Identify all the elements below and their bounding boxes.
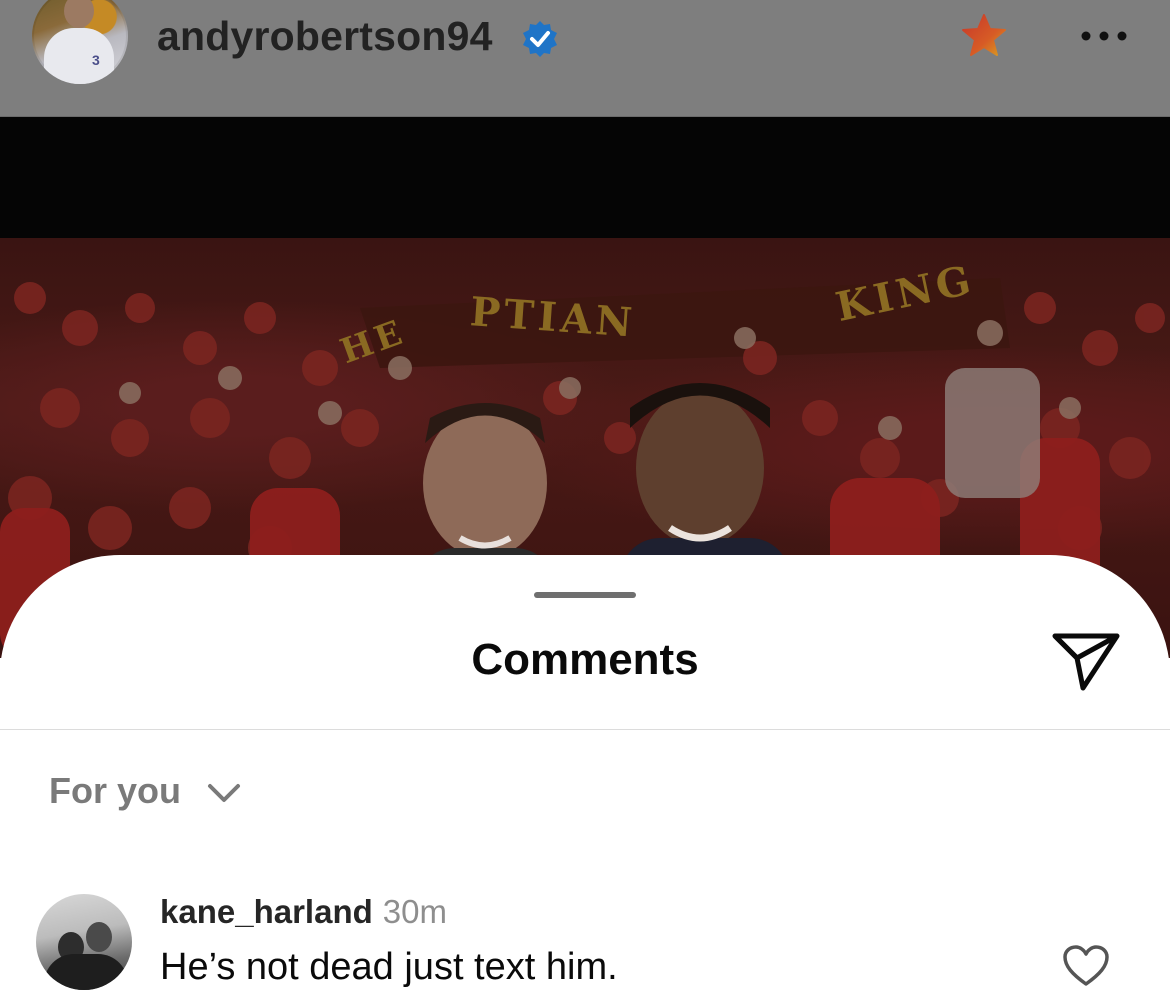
author-avatar[interactable]: 3 [32,0,128,84]
comment-item: kane_harland 30m He’s not dead just text … [0,892,1170,1005]
media-letterbox-band [0,117,1170,238]
verified-badge-icon [523,21,557,57]
comments-title: Comments [471,635,699,684]
avatar-head [64,0,94,28]
commenter-avatar[interactable] [36,894,132,990]
chevron-down-icon [208,784,240,802]
comment-text: He’s not dead just text him. [160,946,618,988]
commenter-username[interactable]: kane_harland [160,893,373,930]
instagram-post-comments-screen: 3 andyrobertson94 PTIAN KING HE Comments… [0,0,1170,1005]
comment-timestamp: 30m [382,893,447,930]
avatar-bodies [44,954,128,990]
comment-meta: kane_harland 30m [160,892,447,932]
favorite-star-icon[interactable] [960,12,1008,60]
avatar-shirt [44,28,114,84]
sort-label: For you [49,770,181,811]
comments-bottom-sheet: Comments For you kane_harland 30m He’s no… [0,555,1170,1005]
comment-sort-dropdown[interactable]: For you [49,769,241,813]
author-username[interactable]: andyrobertson94 [157,13,493,60]
heart-icon[interactable] [1062,944,1110,988]
send-icon[interactable] [1050,631,1122,693]
post-header: 3 andyrobertson94 [0,0,1170,117]
sheet-drag-handle[interactable] [534,592,636,598]
more-options-icon[interactable] [1080,28,1128,44]
avatar-jersey-number: 3 [92,52,100,68]
sheet-divider [0,729,1170,730]
avatar-person [86,922,112,952]
